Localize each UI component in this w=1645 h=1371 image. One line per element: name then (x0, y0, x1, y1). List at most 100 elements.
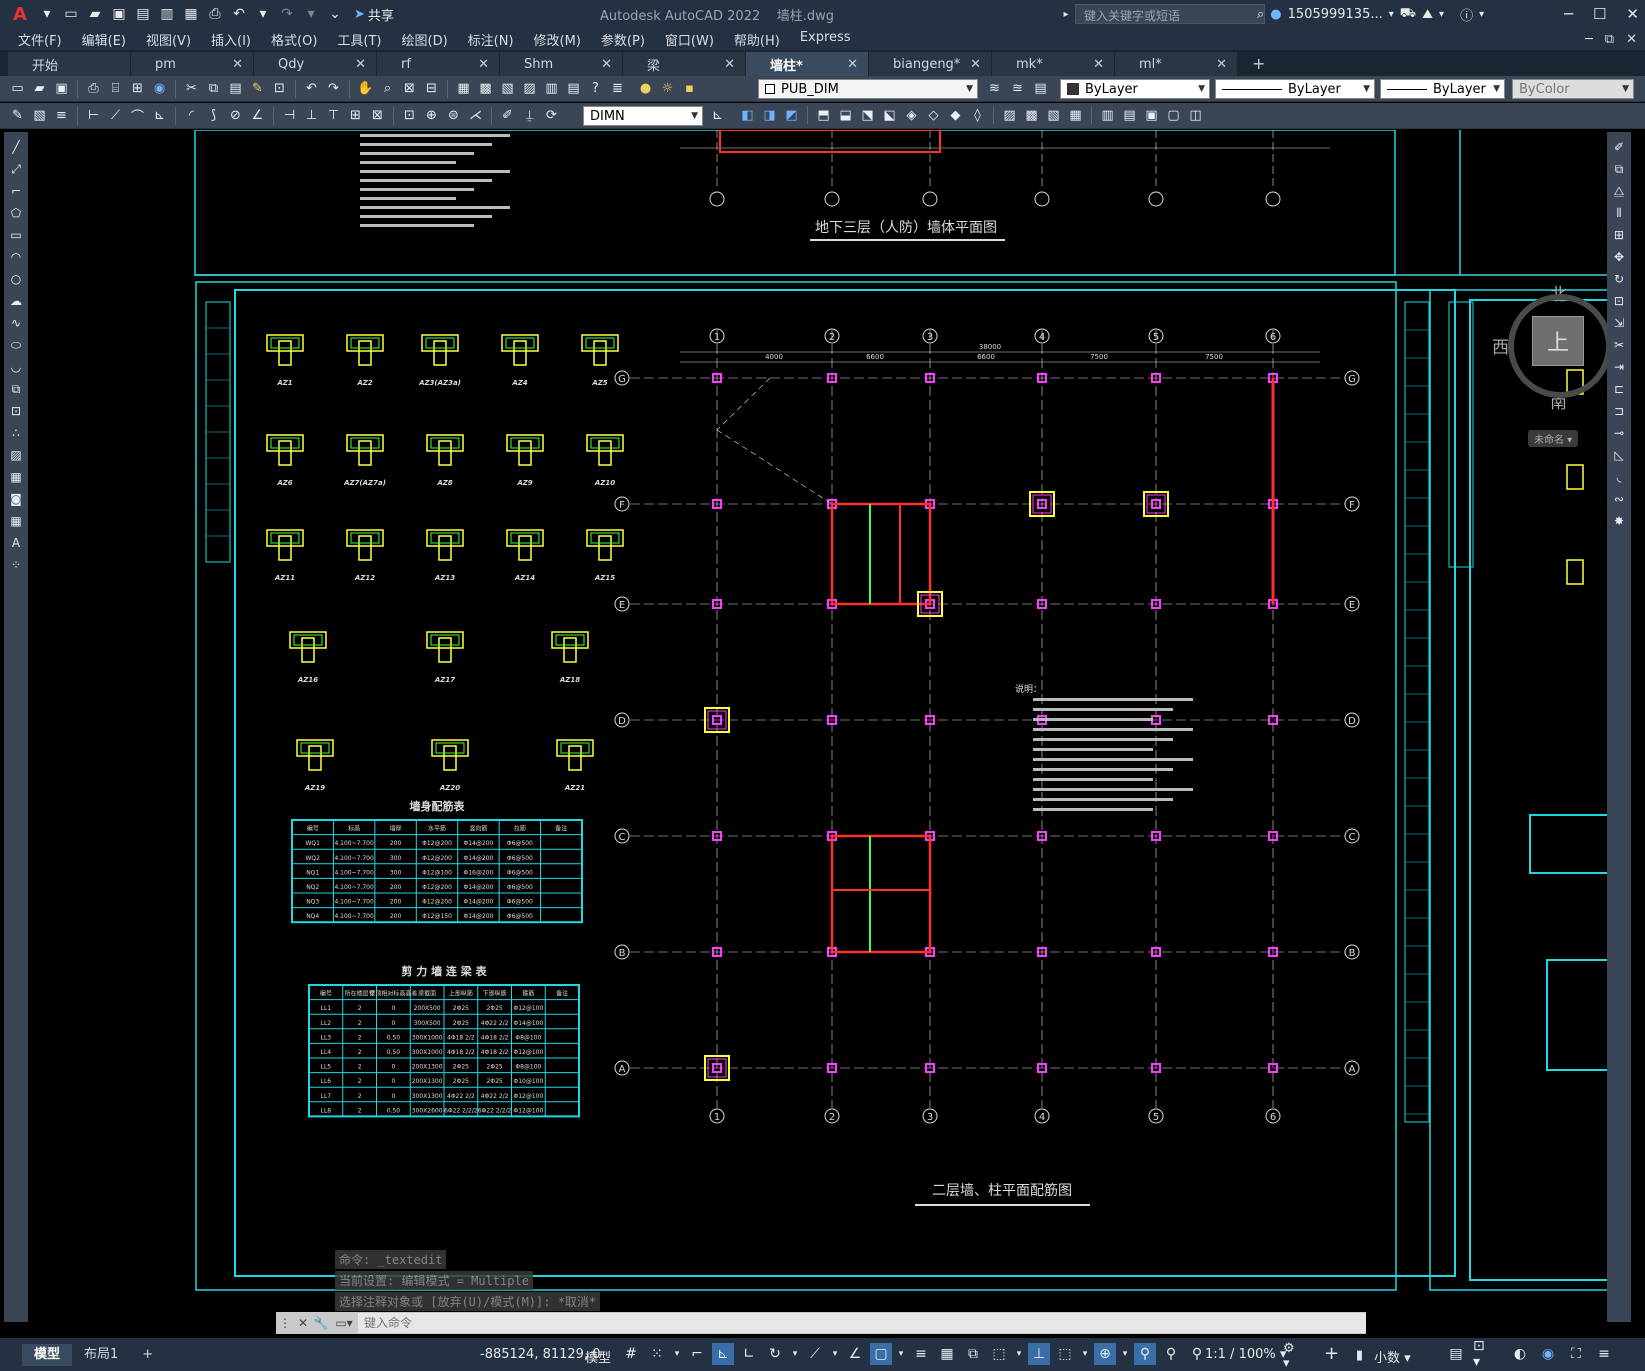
block-editor-icon[interactable]: ⊡ (270, 79, 289, 98)
tab-close-icon[interactable]: ✕ (355, 57, 366, 72)
viewcube-top-face[interactable]: 上 (1532, 316, 1584, 366)
properties-icon[interactable]: ▦ (454, 79, 473, 98)
dim-break-icon[interactable]: ⊠ (368, 106, 387, 125)
slice-icon[interactable]: ◫ (1186, 106, 1205, 125)
grid-icon[interactable]: # (620, 1343, 642, 1365)
minimize-icon[interactable]: ─ (1564, 5, 1573, 23)
fillet-icon[interactable]: ◟ (1609, 468, 1629, 486)
menu-item[interactable]: Express (790, 30, 861, 49)
explode-icon[interactable]: ✸ (1609, 512, 1629, 530)
infer-constraints-icon[interactable]: ⌐ (686, 1343, 708, 1365)
arc-icon[interactable]: ◠ (6, 248, 26, 266)
design-center-icon[interactable]: ▩ (476, 79, 495, 98)
cut-icon[interactable]: ✂ (182, 79, 201, 98)
dimstyle-dropdown[interactable]: DIMN ▼ (583, 106, 703, 126)
user-icon[interactable]: ● (1270, 7, 1281, 22)
copy-icon[interactable]: ⧉ (204, 79, 223, 98)
dim-style-icon[interactable]: ⊾ (708, 106, 727, 125)
menu-item[interactable]: 窗口(W) (655, 30, 724, 49)
help-search-input[interactable]: 键入关键字或短语 (1075, 4, 1265, 24)
autodesk-app-icon[interactable]: ⛰ (1422, 7, 1433, 22)
chevron-down-icon[interactable]: ▾ (896, 1343, 906, 1365)
union-icon[interactable]: ◧ (738, 106, 757, 125)
file-tab[interactable]: Shm ✕ (500, 52, 622, 76)
copy-object-icon[interactable]: ⧉ (1609, 160, 1629, 178)
application-menu-button[interactable]: A (6, 3, 34, 25)
model-space-toggle[interactable]: 模型 (585, 1347, 611, 1366)
paste-icon[interactable]: ▤ (226, 79, 245, 98)
lineweight-dropdown[interactable]: ByLayer ▼ (1380, 79, 1505, 99)
menu-item[interactable]: 修改(M) (524, 30, 591, 49)
dynamic-ucs-icon[interactable]: ⊥ (1028, 1343, 1050, 1365)
ucs-menu[interactable]: 未命名 ▾ (1528, 430, 1579, 447)
erase-icon[interactable]: ✐ (1609, 138, 1629, 156)
center-mark-icon[interactable]: ⊕ (422, 106, 441, 125)
new-tab-button[interactable]: + (1238, 52, 1279, 76)
chamfer-icon[interactable]: ◺ (1609, 446, 1629, 464)
aligned-dim-icon[interactable]: ⟋ (106, 106, 125, 125)
save-icon[interactable]: ▣ (52, 79, 71, 98)
file-tab[interactable]: 开始 (8, 52, 130, 76)
linetype-dropdown[interactable]: ByLayer ▼ (1215, 79, 1375, 99)
publish-icon[interactable]: ⊞ (128, 79, 147, 98)
line-icon[interactable]: ╱ (6, 138, 26, 156)
extrude-faces-icon[interactable]: ⬒ (814, 106, 833, 125)
join-icon[interactable]: ⊸ (1609, 424, 1629, 442)
command-prompt-icon[interactable]: ▭▾ (330, 1316, 358, 1330)
save-as-icon[interactable]: ▤ (132, 3, 154, 25)
help-icon[interactable]: ⓘ (1460, 5, 1473, 24)
selection-cycling-icon[interactable]: ⧉ (962, 1343, 984, 1365)
ellipse-arc-icon[interactable]: ◡ (6, 358, 26, 376)
layer-state-icon[interactable]: ▤ (1031, 79, 1050, 98)
search-icon[interactable]: ⌕ (1257, 7, 1264, 22)
revision-cloud-icon[interactable]: ☁ (6, 292, 26, 310)
menu-item[interactable]: 标注(N) (458, 30, 524, 49)
restore-icon[interactable]: ☐ (1593, 5, 1606, 23)
continue-dim-icon[interactable]: ⊤ (324, 106, 343, 125)
drawing-area[interactable]: 地下三层（人防）墙体平面图 1 1 2 2 3 3 4 4 5 5 6 6 G G F F E E D D C C B B A A 3… (30, 130, 1607, 1330)
units-readout[interactable]: 小数 ▾ (1374, 1347, 1411, 1366)
layer-dropdown[interactable]: PUB_DIM ▼ (758, 79, 978, 99)
color-edges-icon[interactable]: ▢ (1164, 106, 1183, 125)
chevron-down-icon[interactable]: ▾ (1389, 9, 1394, 20)
region-icon[interactable]: ◙ (6, 490, 26, 508)
gizmo-icon[interactable]: ⊕ (1094, 1343, 1116, 1365)
make-block-icon[interactable]: ⊡ (6, 402, 26, 420)
menu-item[interactable]: 文件(F) (8, 30, 72, 49)
new-icon[interactable]: ▭ (8, 79, 27, 98)
jogged-dim-icon[interactable]: ⟆ (204, 106, 223, 125)
viewcube-west[interactable]: 西 (1492, 333, 1509, 358)
layout-tab-layout1[interactable]: 布局1 (72, 1344, 130, 1366)
restore-icon[interactable]: ⧉ (1605, 32, 1614, 47)
snap-icon[interactable]: ⁙ (646, 1343, 668, 1365)
dynamic-input-icon[interactable]: ⊾ (712, 1343, 734, 1365)
match-properties-icon[interactable]: ✎ (248, 79, 267, 98)
menu-item[interactable]: 格式(O) (261, 30, 327, 49)
diameter-dim-icon[interactable]: ⊘ (226, 106, 245, 125)
markup-icon[interactable]: ▥ (542, 79, 561, 98)
save-icon[interactable]: ▣ (108, 3, 130, 25)
copy-faces-icon[interactable]: ◆ (946, 106, 965, 125)
shell-icon[interactable]: ▦ (1066, 106, 1085, 125)
wrench-icon[interactable]: 🔧 (312, 1316, 330, 1330)
zoom-realtime-icon[interactable]: ⌕ (378, 79, 397, 98)
extend-icon[interactable]: ⇥ (1609, 358, 1629, 376)
break-icon[interactable]: ⊐ (1609, 402, 1629, 420)
file-tab[interactable]: pm ✕ (131, 52, 253, 76)
3d-osnap-icon[interactable]: ⬚ (988, 1343, 1010, 1365)
plot-icon[interactable]: ⎙ (204, 3, 226, 25)
multiline-edit-icon[interactable]: ≡ (52, 106, 71, 125)
rotate-icon[interactable]: ↻ (1609, 270, 1629, 288)
gradient-icon[interactable]: ▦ (6, 468, 26, 486)
chevron-down-icon[interactable]: ▾ (1120, 1343, 1130, 1365)
subtract-icon[interactable]: ◨ (760, 106, 779, 125)
object-snap-icon[interactable]: ▢ (870, 1343, 892, 1365)
scale-icon[interactable]: ⊡ (1609, 292, 1629, 310)
redo-icon[interactable]: ↷ (276, 3, 298, 25)
undo-icon[interactable]: ↶ (228, 3, 250, 25)
trim-icon[interactable]: ✂ (1609, 336, 1629, 354)
file-tab[interactable]: ml* ✕ (1115, 52, 1237, 76)
sun-icon[interactable]: ☼ (658, 79, 677, 98)
clean-icon[interactable]: ▩ (1022, 106, 1041, 125)
file-tab[interactable]: 墙柱* ✕ (746, 52, 868, 76)
